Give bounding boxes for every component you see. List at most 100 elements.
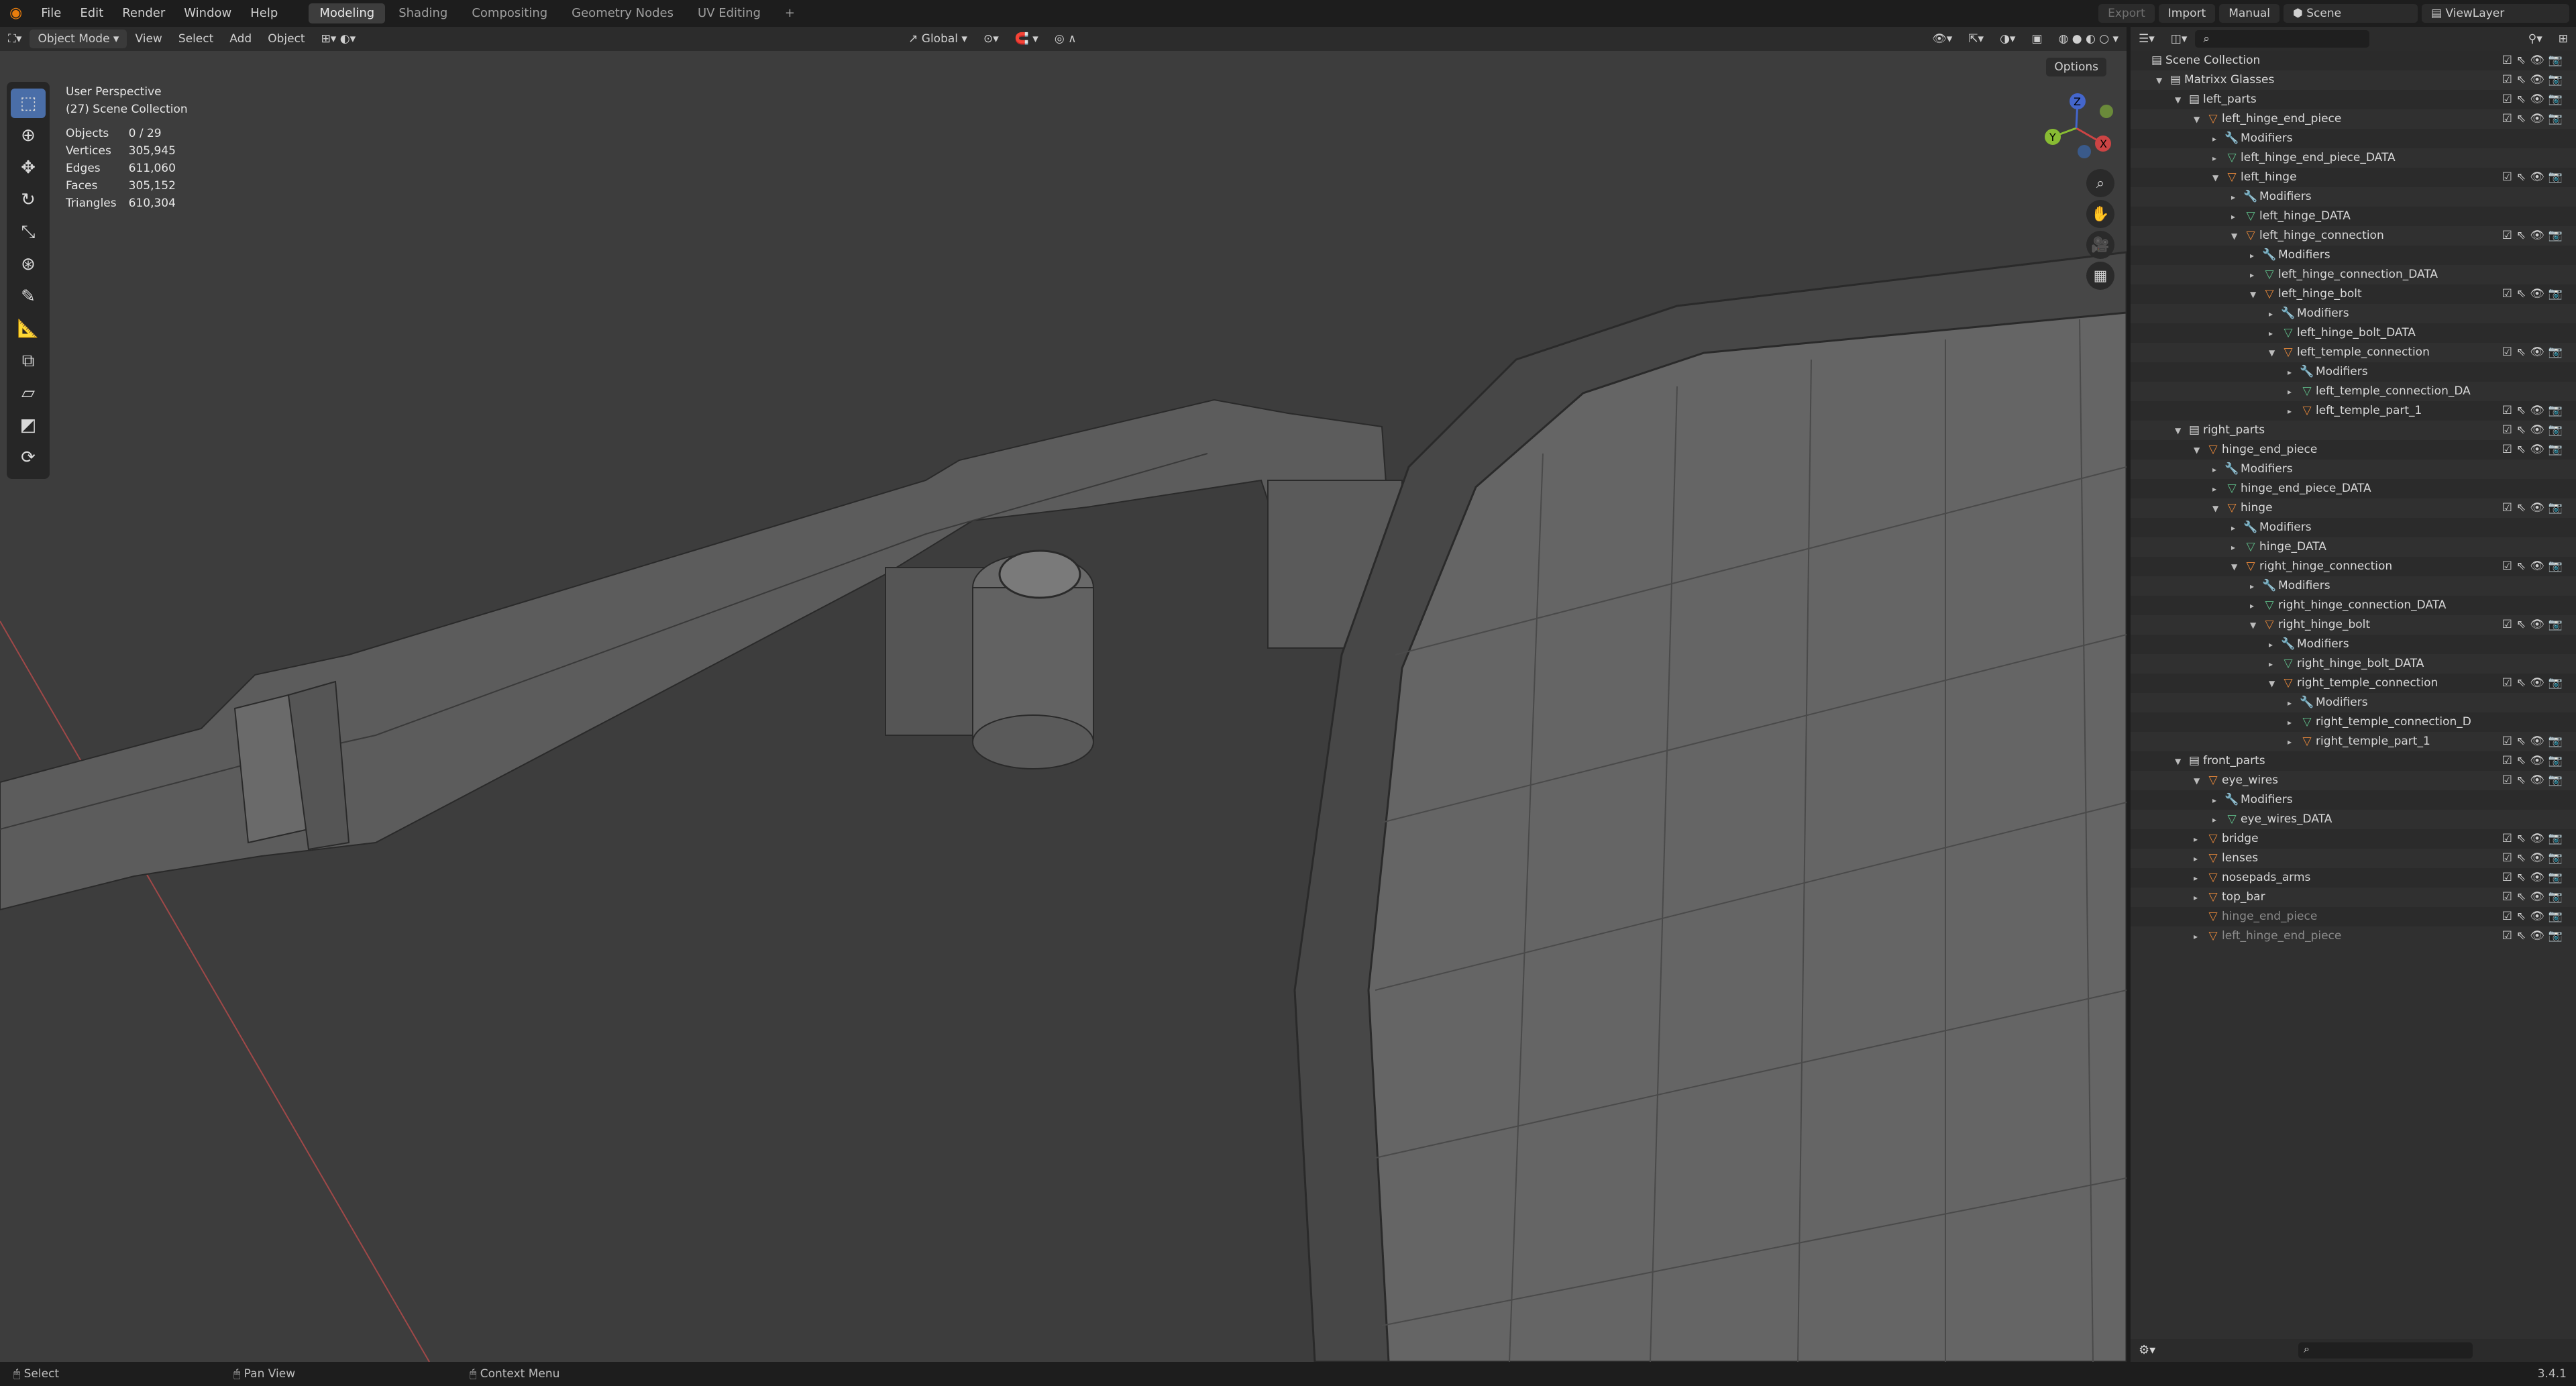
new-collection-icon[interactable]: ⊞	[2551, 32, 2576, 46]
expand-arrow-icon[interactable]: ▸	[2194, 927, 2204, 947]
expand-arrow-icon[interactable]: ▼	[2231, 557, 2242, 577]
options-button[interactable]: Options	[2046, 58, 2106, 76]
outliner-row[interactable]: ▼ ▽ left_temple_connection ☑⇖👁📷	[2131, 343, 2576, 362]
transform-orientation[interactable]: ↗ Global ▾	[900, 32, 975, 46]
outliner-row[interactable]: ▸ ▽ top_bar ☑⇖👁📷	[2131, 888, 2576, 907]
outliner-row[interactable]: ▼ ▽ right_hinge_connection ☑⇖👁📷	[2131, 557, 2576, 576]
outliner-row[interactable]: ▼ ▽ right_hinge_bolt ☑⇖👁📷	[2131, 615, 2576, 635]
tab-compositing[interactable]: Compositing	[461, 3, 558, 23]
outliner-row[interactable]: ▼ ▽ left_hinge_end_piece ☑⇖👁📷	[2131, 109, 2576, 129]
expand-arrow-icon[interactable]: ▸	[2212, 460, 2223, 480]
tab-geometry-nodes[interactable]: Geometry Nodes	[561, 3, 684, 23]
outliner-row[interactable]: ▼ ▤ Matrixx Glasses ☑⇖👁📷	[2131, 70, 2576, 90]
visibility-toggles[interactable]: ☑⇖👁📷	[2502, 674, 2567, 693]
expand-arrow-icon[interactable]: ▸	[2231, 519, 2242, 538]
visibility-toggles[interactable]: ☑⇖👁📷	[2502, 51, 2567, 70]
outliner-row[interactable]: ▸ ▽ right_temple_part_1 ☑⇖👁📷	[2131, 732, 2576, 751]
display-mode-icon[interactable]: ◫▾	[2163, 32, 2196, 46]
visibility-toggles[interactable]: ☑⇖👁📷	[2502, 70, 2567, 90]
expand-arrow-icon[interactable]: ▼	[2175, 91, 2186, 110]
scale-tool-icon[interactable]: ⤡	[11, 217, 46, 247]
xray-icon[interactable]: ▣	[2023, 32, 2050, 46]
menu-add[interactable]: Add	[221, 32, 260, 46]
outliner-row[interactable]: ▸ 🔧 Modifiers	[2131, 518, 2576, 537]
outliner-row[interactable]: ▼ ▤ left_parts ☑⇖👁📷	[2131, 90, 2576, 109]
visibility-toggles[interactable]: ☑⇖👁📷	[2502, 226, 2567, 246]
outliner-editor-icon[interactable]: ☰▾	[2131, 32, 2163, 46]
outliner-row[interactable]: ▸ 🔧 Modifiers	[2131, 246, 2576, 265]
outliner-row[interactable]: ▸ ▽ bridge ☑⇖👁📷	[2131, 829, 2576, 849]
tab-uv-editing[interactable]: UV Editing	[687, 3, 771, 23]
expand-arrow-icon[interactable]: ▸	[2288, 363, 2298, 382]
expand-arrow-icon[interactable]: ▸	[2231, 188, 2242, 207]
gizmo-toggle-icon[interactable]: ⇱▾	[1960, 32, 1992, 46]
navigation-gizmo[interactable]: Y Z X	[2036, 85, 2123, 172]
expand-arrow-icon[interactable]: ▼	[2269, 343, 2279, 363]
outliner-row[interactable]: ▼ ▽ hinge_end_piece ☑⇖👁📷	[2131, 440, 2576, 460]
expand-arrow-icon[interactable]: ▸	[2250, 266, 2261, 285]
expand-arrow-icon[interactable]: ▼	[2175, 421, 2186, 441]
visibility-toggles[interactable]: ☑⇖👁📷	[2502, 907, 2567, 926]
editor-type-icon[interactable]: ⛶▾	[0, 32, 30, 46]
outliner-row[interactable]: ▼ ▤ front_parts ☑⇖👁📷	[2131, 751, 2576, 771]
outliner-row[interactable]: ▼ ▽ left_hinge_connection ☑⇖👁📷	[2131, 226, 2576, 246]
outliner-row[interactable]: ▸ 🔧 Modifiers	[2131, 129, 2576, 148]
proportional-edit-icon[interactable]: ◎ ∧	[1046, 32, 1085, 46]
menu-view[interactable]: View	[127, 32, 170, 46]
visibility-toggles[interactable]: ☑⇖👁📷	[2502, 926, 2567, 946]
expand-arrow-icon[interactable]: ▸	[2212, 480, 2223, 499]
outliner-row[interactable]: ▸ ▽ left_hinge_connection_DATA	[2131, 265, 2576, 284]
expand-arrow-icon[interactable]: ▸	[2212, 791, 2223, 810]
properties-editor-icon[interactable]: ⚙▾	[2139, 1343, 2155, 1357]
expand-arrow-icon[interactable]: ▸	[2194, 830, 2204, 849]
expand-arrow-icon[interactable]: ▸	[2269, 324, 2279, 343]
expand-arrow-icon[interactable]: ▸	[2194, 888, 2204, 908]
expand-arrow-icon[interactable]: ▸	[2250, 246, 2261, 266]
expand-arrow-icon[interactable]: ▸	[2288, 713, 2298, 733]
visibility-toggles[interactable]: ☑⇖👁📷	[2502, 888, 2567, 907]
outliner-row[interactable]: ▽ hinge_end_piece ☑⇖👁📷	[2131, 907, 2576, 926]
expand-arrow-icon[interactable]: ▸	[2288, 382, 2298, 402]
visibility-toggles[interactable]: ☑⇖👁📷	[2502, 829, 2567, 849]
menu-select[interactable]: Select	[170, 32, 221, 46]
expand-arrow-icon[interactable]: ▸	[2194, 869, 2204, 888]
expand-arrow-icon[interactable]: ▸	[2231, 207, 2242, 227]
visibility-toggles[interactable]: ☑⇖👁📷	[2502, 440, 2567, 460]
visibility-toggles[interactable]: ☑⇖👁📷	[2502, 615, 2567, 635]
camera-icon[interactable]: 🎥	[2086, 231, 2114, 259]
import-button[interactable]: Import	[2158, 4, 2216, 23]
outliner-search-input[interactable]: ⌕	[2195, 30, 2370, 48]
shear-tool-icon[interactable]: ▱	[11, 378, 46, 408]
outliner-row[interactable]: ▸ ▽ left_hinge_end_piece ☑⇖👁📷	[2131, 926, 2576, 946]
expand-arrow-icon[interactable]: ▼	[2231, 227, 2242, 246]
visibility-toggles[interactable]: ☑⇖👁📷	[2502, 343, 2567, 362]
visibility-toggles[interactable]: ☑⇖👁📷	[2502, 771, 2567, 790]
expand-arrow-icon[interactable]: ▼	[2250, 285, 2261, 305]
expand-arrow-icon[interactable]: ▼	[2175, 752, 2186, 771]
spin-tool-icon[interactable]: ⟳	[11, 443, 46, 472]
pivot-icon[interactable]: ⊙▾	[975, 32, 1007, 46]
outliner-row[interactable]: ▸ 🔧 Modifiers	[2131, 187, 2576, 207]
expand-arrow-icon[interactable]: ▸	[2212, 149, 2223, 168]
expand-arrow-icon[interactable]: ▸	[2250, 596, 2261, 616]
outliner-row[interactable]: ▸ 🔧 Modifiers	[2131, 693, 2576, 712]
expand-arrow-icon[interactable]: ▸	[2269, 635, 2279, 655]
outliner-row[interactable]: ▸ ▽ right_temple_connection_D	[2131, 712, 2576, 732]
outliner-row[interactable]: ▼ ▤ right_parts ☑⇖👁📷	[2131, 421, 2576, 440]
outliner-row[interactable]: ▼ ▽ hinge ☑⇖👁📷	[2131, 498, 2576, 518]
move-tool-icon[interactable]: ✥	[11, 153, 46, 182]
expand-arrow-icon[interactable]: ▼	[2269, 674, 2279, 694]
overlay-toggle-icon[interactable]: ◑▾	[1992, 32, 2023, 46]
expand-arrow-icon[interactable]: ▸	[2194, 849, 2204, 869]
visibility-toggles[interactable]: ☑⇖👁📷	[2502, 401, 2567, 421]
outliner-row[interactable]: ▸ ▽ eye_wires_DATA	[2131, 810, 2576, 829]
tab-modeling[interactable]: Modeling	[309, 3, 386, 23]
tab-shading[interactable]: Shading	[388, 3, 458, 23]
cursor-tool-icon[interactable]: ⊕	[11, 121, 46, 150]
menu-object[interactable]: Object	[260, 32, 313, 46]
outliner-row[interactable]: ▸ ▽ left_hinge_DATA	[2131, 207, 2576, 226]
expand-arrow-icon[interactable]: ▸	[2269, 655, 2279, 674]
visibility-toggles[interactable]: ☑⇖👁📷	[2502, 849, 2567, 868]
ortho-grid-icon[interactable]: ▦	[2086, 262, 2114, 290]
visibility-toggles[interactable]: ☑⇖👁📷	[2502, 557, 2567, 576]
